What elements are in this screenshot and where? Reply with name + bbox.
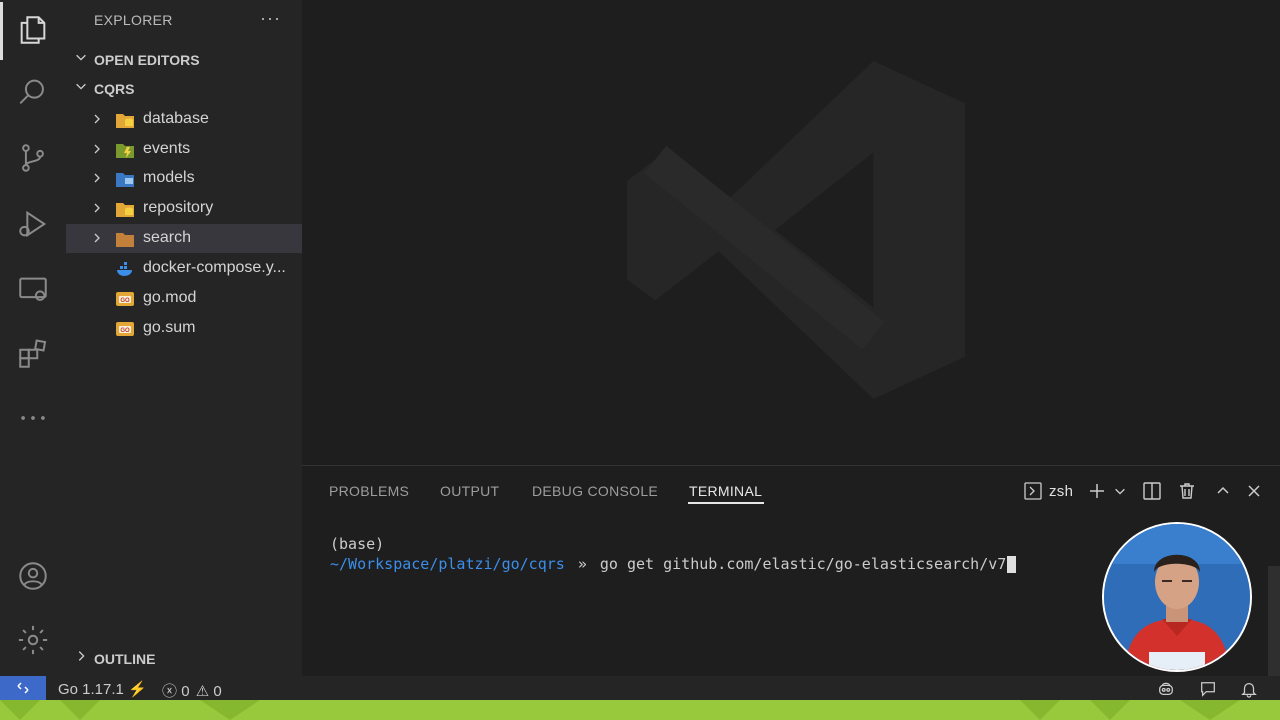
error-count: 0	[181, 683, 190, 700]
tab-debug-console[interactable]: DEBUG CONSOLE	[532, 483, 658, 499]
chevron-right-icon	[94, 203, 100, 213]
close-panel-icon[interactable]	[1243, 480, 1265, 502]
copilot-icon[interactable]	[1156, 680, 1176, 702]
tree-item-go-mod[interactable]: GO go.mod	[66, 284, 302, 313]
project-section[interactable]: CQRS	[66, 75, 302, 103]
outline-section[interactable]: OUTLINE	[66, 645, 302, 673]
outline-label: OUTLINE	[94, 651, 156, 667]
go-file-icon: GO	[116, 292, 134, 306]
presenter-image	[1104, 524, 1250, 670]
tab-terminal[interactable]: TERMINAL	[689, 483, 762, 499]
go-version-label: Go 1.17.1	[58, 681, 124, 698]
chevron-right-icon	[94, 114, 100, 124]
open-editors-label: OPEN EDITORS	[94, 52, 200, 68]
chevron-right-icon	[78, 651, 85, 661]
remote-explorer-icon[interactable]	[15, 272, 51, 308]
prompt-symbol: »	[577, 555, 587, 573]
tree-item-events[interactable]: events	[66, 135, 302, 164]
editor-area	[302, 0, 1280, 465]
remote-icon	[17, 682, 29, 694]
terminal-scrollbar[interactable]	[1268, 566, 1280, 676]
shell-name-label[interactable]: zsh	[1049, 483, 1073, 500]
active-indicator	[0, 2, 3, 60]
tree-item-label: database	[143, 110, 209, 127]
svg-text:GO: GO	[120, 298, 130, 304]
go-version-status[interactable]: Go 1.17.1 ⚡	[58, 680, 147, 698]
account-icon[interactable]	[15, 558, 51, 594]
problems-status[interactable]: ⓧ 0 ⚠ 0	[162, 680, 222, 701]
active-tab-indicator	[688, 502, 764, 504]
chevron-right-icon	[94, 233, 100, 243]
remote-indicator[interactable]	[0, 676, 46, 700]
settings-gear-icon[interactable]	[15, 622, 51, 658]
database-folder-icon	[116, 114, 134, 128]
tree-item-label: go.mod	[143, 289, 197, 306]
warning-icon: ⚠	[195, 683, 210, 700]
tree-item-models[interactable]: models	[66, 164, 302, 193]
error-icon: ⓧ	[162, 683, 178, 700]
more-actions-button[interactable]: ···	[260, 8, 281, 29]
open-editors-section[interactable]: OPEN EDITORS	[66, 46, 302, 74]
events-folder-icon	[116, 144, 134, 158]
explorer-title: EXPLORER	[94, 12, 173, 28]
chevron-down-icon[interactable]	[1109, 480, 1131, 502]
terminal-path: ~/Workspace/platzi/go/cqrs	[330, 555, 565, 573]
explorer-sidebar: EXPLORER ··· OPEN EDITORS CQRS database …	[66, 0, 302, 676]
project-label: CQRS	[94, 81, 135, 97]
terminal-command: go get github.com/elastic/go-elasticsear…	[599, 555, 1007, 573]
extensions-icon[interactable]	[15, 336, 51, 372]
tree-item-label: models	[143, 169, 195, 186]
tree-item-label: repository	[143, 199, 214, 216]
terminal-prompt-line[interactable]: ~/Workspace/platzi/go/cqrs » go get gith…	[330, 555, 1017, 573]
brand-strip	[0, 700, 1280, 720]
run-debug-icon[interactable]	[15, 206, 51, 242]
status-bar: Go 1.17.1 ⚡ ⓧ 0 ⚠ 0	[0, 676, 1280, 700]
chevron-right-icon	[94, 144, 100, 154]
chevron-right-icon	[94, 173, 100, 183]
activity-bar	[0, 0, 66, 676]
folder-icon	[116, 233, 134, 247]
tree-item-repository[interactable]: repository	[66, 194, 302, 223]
terminal-output-line: (base)	[330, 535, 385, 553]
presenter-webcam	[1102, 522, 1252, 672]
tab-output[interactable]: OUTPUT	[440, 483, 499, 499]
maximize-panel-chevron-up-icon[interactable]	[1212, 480, 1234, 502]
tree-item-go-sum[interactable]: GO go.sum	[66, 314, 302, 343]
tree-item-label: docker-compose.y...	[143, 259, 286, 276]
tree-item-label: events	[143, 140, 191, 157]
terminal-shell-icon[interactable]	[1022, 480, 1044, 502]
models-folder-icon	[116, 173, 134, 187]
svg-text:GO: GO	[120, 328, 130, 334]
new-terminal-plus-icon[interactable]	[1086, 480, 1108, 502]
terminal-cursor	[1007, 556, 1017, 573]
explorer-icon[interactable]	[15, 12, 51, 48]
source-control-icon[interactable]	[15, 140, 51, 176]
go-file-icon: GO	[116, 322, 134, 336]
tab-problems[interactable]: PROBLEMS	[329, 483, 409, 499]
tree-item-docker-compose[interactable]: docker-compose.y...	[66, 254, 302, 283]
notifications-bell-icon[interactable]	[1240, 680, 1258, 702]
kill-terminal-trash-icon[interactable]	[1176, 480, 1198, 502]
chevron-down-icon	[76, 83, 86, 90]
chevron-down-icon	[76, 54, 86, 61]
warning-count: 0	[213, 683, 222, 700]
repository-folder-icon	[116, 203, 134, 217]
split-terminal-icon[interactable]	[1141, 480, 1163, 502]
brand-pattern	[0, 700, 1280, 720]
tree-item-label: go.sum	[143, 319, 196, 336]
tree-item-label: search	[143, 229, 192, 246]
lightning-icon: ⚡	[128, 681, 147, 698]
tree-item-search[interactable]: search	[66, 224, 302, 253]
tree-item-database[interactable]: database	[66, 105, 302, 134]
feedback-icon[interactable]	[1199, 680, 1217, 702]
vscode-watermark-icon	[627, 61, 965, 399]
search-icon[interactable]	[15, 74, 51, 110]
more-icon[interactable]	[15, 400, 51, 436]
docker-icon	[117, 262, 132, 276]
